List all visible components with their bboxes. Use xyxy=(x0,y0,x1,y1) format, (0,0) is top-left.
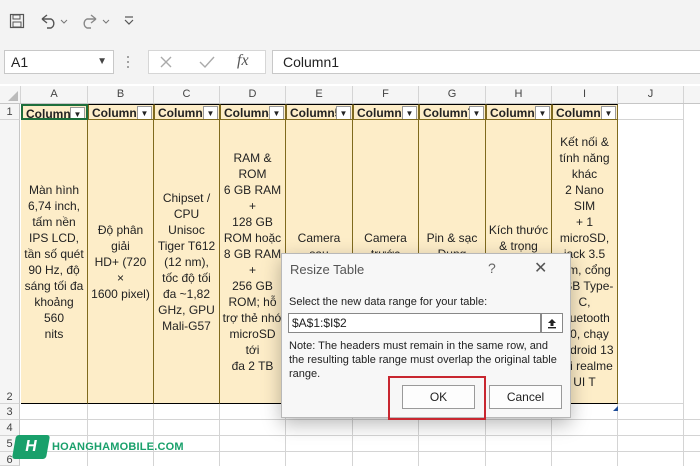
filter-dropdown-icon[interactable]: ▼ xyxy=(402,106,417,119)
filter-dropdown-icon[interactable]: ▼ xyxy=(203,106,218,119)
table-header-cell-e1[interactable]: Column5 ▼ xyxy=(286,104,353,120)
table-header-cell-d1[interactable]: Column4 ▼ xyxy=(220,104,286,120)
watermark: H HOANGHAMOBILE.COM xyxy=(11,434,184,460)
filter-dropdown-icon[interactable]: ▼ xyxy=(70,107,85,118)
quick-access-toolbar xyxy=(0,0,700,42)
table-header-cell-b1[interactable]: Column2 ▼ xyxy=(88,104,154,120)
cell-text: RAM & ROM 6 GB RAM + 128 GB ROM hoặc 8 G… xyxy=(222,150,283,373)
cell-j2[interactable] xyxy=(618,120,684,404)
dialog-note: Note: The headers must remain in the sam… xyxy=(289,340,557,380)
chevron-down-icon[interactable]: ▼ xyxy=(97,51,107,73)
table-header-cell-a1[interactable]: Column1 ▼ xyxy=(21,104,88,120)
table-data-cell-d2[interactable]: RAM & ROM 6 GB RAM + 128 GB ROM hoặc 8 G… xyxy=(220,120,286,404)
table-header-cell-i1[interactable]: Column9 ▼ xyxy=(552,104,618,120)
header-text: Column5 xyxy=(290,106,342,120)
dialog-title: Resize Table xyxy=(290,262,365,277)
cell-text: Màn hình 6,74 inch, tấm nền IPS LCD, tần… xyxy=(24,182,84,341)
header-text: Column6 xyxy=(357,106,409,120)
name-box-value: A1 xyxy=(11,54,29,70)
customize-toolbar-icon[interactable] xyxy=(120,8,138,34)
table-data-cell-b2[interactable]: Độ phân giải HD+ (720 × 1600 pixel) xyxy=(88,120,154,404)
enter-icon[interactable] xyxy=(199,55,215,74)
save-icon[interactable] xyxy=(6,8,28,34)
cell-j1[interactable] xyxy=(618,104,684,120)
header-text: Column3 xyxy=(158,106,210,120)
range-label: Select the new data range for your table… xyxy=(289,296,488,308)
table-data-cell-c2[interactable]: Chipset / CPU Unisoc Tiger T612 (12 nm),… xyxy=(154,120,220,404)
insert-function-icon[interactable]: fx xyxy=(237,52,249,70)
column-header-a[interactable]: A xyxy=(21,86,88,103)
filter-dropdown-icon[interactable]: ▼ xyxy=(336,106,351,119)
ok-button-highlight xyxy=(388,376,486,420)
column-header-j[interactable]: J xyxy=(618,86,684,103)
column-header-e[interactable]: E xyxy=(286,86,353,103)
redo-icon[interactable] xyxy=(78,8,112,34)
range-input[interactable]: $A$1:$I$2 xyxy=(288,313,541,333)
close-icon[interactable]: ✕ xyxy=(534,258,547,278)
hoangha-logo-icon: H xyxy=(11,435,51,459)
column-header-h[interactable]: H xyxy=(486,86,552,103)
column-header-b[interactable]: B xyxy=(88,86,154,103)
row-header-2[interactable]: 2 xyxy=(0,120,20,404)
watermark-text: HOANGHAMOBILE.COM xyxy=(52,441,184,453)
table-data-cell-a2[interactable]: Màn hình 6,74 inch, tấm nền IPS LCD, tần… xyxy=(21,120,88,404)
cell-text: Chipset / CPU Unisoc Tiger T612 (12 nm),… xyxy=(157,190,216,333)
cancel-button[interactable]: Cancel xyxy=(489,385,562,409)
column-header-g[interactable]: G xyxy=(419,86,486,103)
help-icon[interactable]: ? xyxy=(488,260,496,276)
table-header-cell-f1[interactable]: Column6 ▼ xyxy=(353,104,419,120)
cancel-icon[interactable] xyxy=(159,55,173,74)
table-header-cell-g1[interactable]: Column7 ▼ xyxy=(419,104,486,120)
column-header-f[interactable]: F xyxy=(353,86,419,103)
undo-icon[interactable] xyxy=(36,8,70,34)
column-header-d[interactable]: D xyxy=(220,86,286,103)
table-header-cell-h1[interactable]: Column8 ▼ xyxy=(486,104,552,120)
name-box[interactable]: A1 ▼ xyxy=(4,50,114,74)
row-header-2-label: 2 xyxy=(6,391,13,403)
header-text: Column8 xyxy=(490,106,542,120)
filter-dropdown-icon[interactable]: ▼ xyxy=(269,106,284,119)
row-header-1[interactable]: 1 xyxy=(0,104,20,120)
collapse-dialog-icon[interactable] xyxy=(541,313,563,333)
column-header-c[interactable]: C xyxy=(154,86,220,103)
cell-text: Độ phân giải HD+ (720 × 1600 pixel) xyxy=(91,222,150,301)
column-header-i[interactable]: I xyxy=(552,86,618,103)
header-text: Column4 xyxy=(224,106,276,120)
drag-handle-icon[interactable] xyxy=(126,55,130,69)
header-text: Column9 xyxy=(556,106,608,120)
header-text: Column2 xyxy=(92,106,144,120)
select-all-corner[interactable] xyxy=(0,86,21,103)
filter-dropdown-icon[interactable]: ▼ xyxy=(601,106,616,119)
filter-dropdown-icon[interactable]: ▼ xyxy=(535,106,550,119)
logo-letter: H xyxy=(23,438,39,455)
table-resize-handle-icon[interactable] xyxy=(613,398,618,411)
column-header-overflow xyxy=(684,86,700,103)
row-header-3[interactable]: 3 xyxy=(0,404,20,420)
filter-dropdown-icon[interactable]: ▼ xyxy=(469,106,484,119)
formula-input[interactable]: Column1 xyxy=(272,50,700,74)
formula-buttons: fx xyxy=(148,50,266,74)
filter-dropdown-icon[interactable]: ▼ xyxy=(137,106,152,119)
header-text: Column7 xyxy=(423,106,475,120)
table-header-cell-c1[interactable]: Column3 ▼ xyxy=(154,104,220,120)
